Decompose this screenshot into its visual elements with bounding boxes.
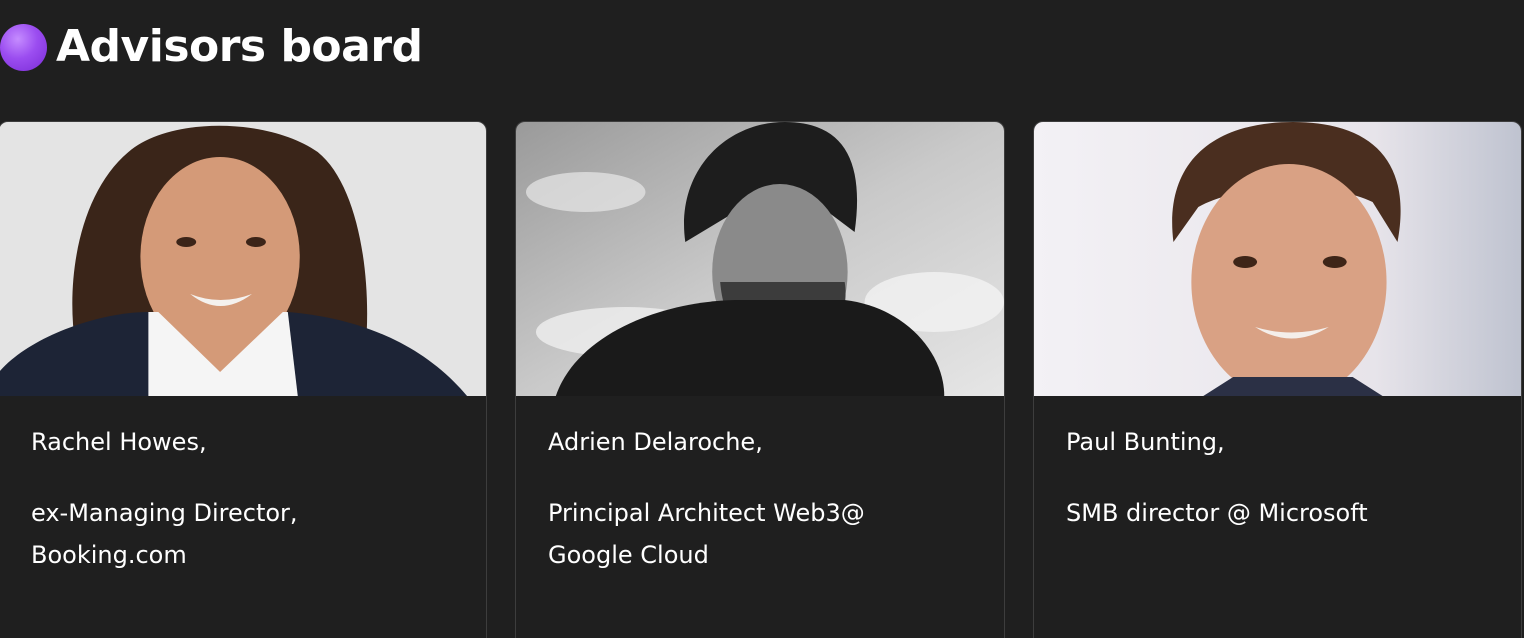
advisor-card: Adrien Delaroche, Principal Architect We… [515, 121, 1005, 638]
advisor-name: Paul Bunting, [1066, 428, 1225, 456]
advisor-info: Paul Bunting, SMB director @ Microsoft [1034, 396, 1521, 534]
portrait-photo-icon [1034, 122, 1521, 396]
section-title: Advisors board [56, 21, 423, 72]
advisor-photo [0, 122, 486, 396]
advisor-role: Principal Architect Web3@ Google Cloud [548, 499, 865, 569]
advisor-role: SMB director @ Microsoft [1066, 499, 1368, 527]
advisor-info: Rachel Howes, ex-Managing Director, Book… [0, 396, 486, 576]
advisor-card: Rachel Howes, ex-Managing Director, Book… [0, 121, 487, 638]
advisor-name: Rachel Howes, [31, 428, 207, 456]
advisor-role: ex-Managing Director, Booking.com [31, 499, 298, 569]
portrait-photo-icon [0, 122, 486, 396]
portrait-photo-icon [516, 122, 1004, 396]
advisors-section: Advisors board Rachel Howes, ex-Managing… [0, 0, 1524, 638]
advisor-info: Adrien Delaroche, Principal Architect We… [516, 396, 1004, 576]
advisor-photo [1034, 122, 1521, 396]
section-heading: Advisors board [0, 18, 423, 76]
advisor-card: Paul Bunting, SMB director @ Microsoft [1033, 121, 1522, 638]
purple-circle-icon [0, 23, 47, 71]
advisor-photo [516, 122, 1004, 396]
advisor-name: Adrien Delaroche, [548, 428, 763, 456]
